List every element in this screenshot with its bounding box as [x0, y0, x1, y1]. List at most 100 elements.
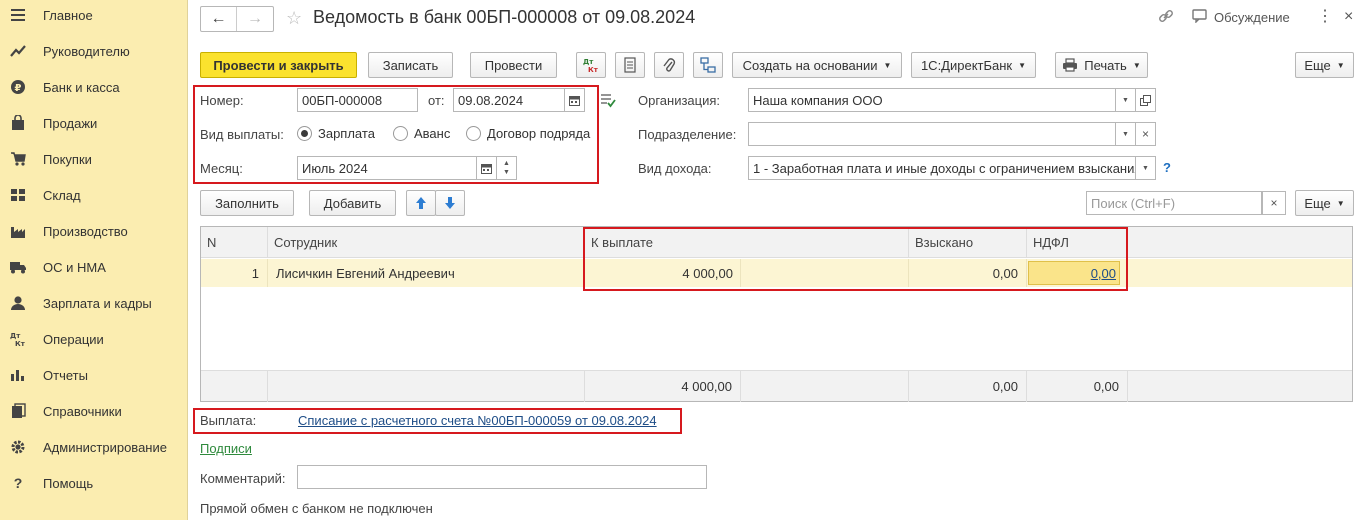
- create-based-on-button[interactable]: Создать на основании ▼: [732, 52, 902, 78]
- print-button[interactable]: Печать ▼: [1055, 52, 1148, 78]
- sidebar-item-catalogs[interactable]: Справочники: [0, 393, 188, 429]
- total-collected: 0,00: [909, 371, 1027, 402]
- move-down-button[interactable]: [435, 190, 465, 216]
- close-icon[interactable]: ×: [1344, 8, 1353, 26]
- fill-button[interactable]: Заполнить: [200, 190, 294, 216]
- spinner-down-icon[interactable]: ▼: [503, 168, 510, 177]
- organization-field[interactable]: Наша компания ООО: [748, 88, 1116, 112]
- search-input[interactable]: Поиск (Ctrl+F): [1086, 191, 1262, 215]
- cell-employee[interactable]: Лисичкин Евгений Андреевич: [268, 259, 585, 287]
- chevron-down-icon: ▼: [1122, 130, 1129, 138]
- column-header-empty: [1128, 227, 1352, 258]
- sidebar-item-reports[interactable]: Отчеты: [0, 357, 188, 393]
- attach-button[interactable]: [654, 52, 684, 78]
- cell-ndfl[interactable]: 0,00: [1028, 261, 1120, 285]
- sidebar-item-help[interactable]: ? Помощь: [0, 465, 188, 501]
- table-more-button[interactable]: Еще ▼: [1295, 190, 1354, 216]
- radio-advance-label: Аванс: [414, 126, 451, 141]
- column-header-ndfl[interactable]: НДФЛ: [1027, 227, 1128, 258]
- division-field[interactable]: [748, 122, 1116, 146]
- more-button[interactable]: Еще ▼: [1295, 52, 1354, 78]
- table-row[interactable]: 1 Лисичкин Евгений Андреевич 4 000,00 0,…: [201, 259, 1352, 287]
- division-dropdown-button[interactable]: ▼: [1116, 122, 1136, 146]
- sidebar-item-production[interactable]: Производство: [0, 213, 188, 249]
- division-clear-button[interactable]: ×: [1136, 122, 1156, 146]
- sidebar-item-label: Зарплата и кадры: [43, 295, 152, 311]
- sidebar-item-label: Отчеты: [43, 367, 88, 383]
- books-icon: [9, 402, 27, 420]
- arrow-right-icon: →: [247, 10, 263, 27]
- sidebar-item-label: Банк и касса: [43, 79, 120, 95]
- discussion-link[interactable]: Обсуждение: [1214, 10, 1290, 25]
- column-header-employee[interactable]: Сотрудник: [268, 227, 585, 258]
- sidebar-item-label: Производство: [43, 223, 128, 239]
- organization-dropdown-button[interactable]: ▼: [1116, 88, 1136, 112]
- favorite-star-icon[interactable]: ☆: [286, 8, 302, 29]
- sidebar-item-admin[interactable]: Администрирование: [0, 429, 188, 465]
- sidebar-item-main[interactable]: Главное: [0, 0, 188, 33]
- structure-button[interactable]: [693, 52, 723, 78]
- bag-icon: [9, 114, 27, 132]
- svg-text:Дт: Дт: [10, 332, 21, 340]
- organization-open-button[interactable]: [1136, 88, 1156, 112]
- sidebar-item-sales[interactable]: Продажи: [0, 105, 188, 141]
- calendar-button[interactable]: [565, 88, 585, 112]
- radio-advance[interactable]: Аванс: [393, 126, 450, 141]
- printer-icon: [1063, 58, 1078, 72]
- signatures-link[interactable]: Подписи: [200, 441, 252, 456]
- more-label: Еще: [1304, 57, 1331, 73]
- question-icon: ?: [13, 475, 23, 491]
- print-label: Печать: [1084, 57, 1127, 73]
- ndfl-link[interactable]: 0,00: [1091, 266, 1116, 281]
- radio-salary[interactable]: Зарплата: [297, 126, 375, 141]
- comment-field[interactable]: [297, 465, 707, 489]
- move-up-button[interactable]: [406, 190, 436, 216]
- income-type-label: Вид дохода:: [638, 161, 712, 176]
- sidebar-item-bank[interactable]: ₽ Банк и касса: [0, 69, 188, 105]
- column-header-n[interactable]: N: [201, 227, 268, 258]
- discussion-icon[interactable]: [1192, 9, 1208, 26]
- help-icon[interactable]: ?: [1163, 160, 1171, 175]
- dt-kt-button[interactable]: Дт Кт: [576, 52, 606, 78]
- back-button[interactable]: ←: [201, 7, 237, 31]
- payment-document-link[interactable]: Списание с расчетного счета №00БП-000059…: [298, 413, 657, 428]
- chevron-down-icon: ▼: [883, 60, 892, 70]
- column-header-collected[interactable]: Взыскано: [909, 227, 1027, 258]
- radio-contract[interactable]: Договор подряда: [466, 126, 590, 141]
- sidebar-item-warehouse[interactable]: Склад: [0, 177, 188, 213]
- save-button[interactable]: Записать: [368, 52, 453, 78]
- link-icon[interactable]: [1158, 8, 1174, 27]
- post-button[interactable]: Провести: [470, 52, 557, 78]
- month-spinner[interactable]: ▲ ▼: [497, 156, 517, 180]
- more-vertical-icon[interactable]: ⋮: [1317, 6, 1333, 26]
- chevron-down-icon: ▼: [1336, 60, 1345, 70]
- column-header-to-pay[interactable]: К выплате: [585, 227, 909, 258]
- month-calendar-button[interactable]: [477, 156, 497, 180]
- document-check-icon[interactable]: [600, 92, 616, 111]
- spinner-up-icon[interactable]: ▲: [503, 159, 510, 168]
- cell-collected[interactable]: 0,00: [909, 259, 1027, 287]
- add-button[interactable]: Добавить: [309, 190, 396, 216]
- sidebar-item-salary[interactable]: Зарплата и кадры: [0, 285, 188, 321]
- date-field[interactable]: 09.08.2024: [453, 88, 565, 112]
- directbank-button[interactable]: 1С:ДиректБанк ▼: [911, 52, 1036, 78]
- sidebar-item-label: Помощь: [43, 475, 94, 491]
- arrow-up-icon: [416, 197, 426, 209]
- month-field[interactable]: Июль 2024: [297, 156, 477, 180]
- post-and-close-button[interactable]: Провести и закрыть: [200, 52, 357, 78]
- cell-to-pay[interactable]: 4 000,00: [585, 259, 741, 287]
- sidebar-item-operations[interactable]: Дт Кт Операции: [0, 321, 188, 357]
- menu-icon: [9, 6, 27, 24]
- income-type-field[interactable]: 1 - Заработная плата и иные доходы с огр…: [748, 156, 1136, 180]
- calendar-icon: [481, 163, 492, 174]
- sidebar-item-assets[interactable]: ОС и НМА: [0, 249, 188, 285]
- search-clear-button[interactable]: ×: [1262, 191, 1286, 215]
- forward-button[interactable]: →: [237, 7, 273, 31]
- sidebar-item-manager[interactable]: Руководителю: [0, 33, 188, 69]
- number-field[interactable]: 00БП-000008: [297, 88, 418, 112]
- total-to-pay: 4 000,00: [585, 371, 741, 402]
- list-button[interactable]: [615, 52, 645, 78]
- total-ndfl: 0,00: [1027, 371, 1128, 402]
- income-type-dropdown-button[interactable]: ▼: [1136, 156, 1156, 180]
- sidebar-item-purchases[interactable]: Покупки: [0, 141, 188, 177]
